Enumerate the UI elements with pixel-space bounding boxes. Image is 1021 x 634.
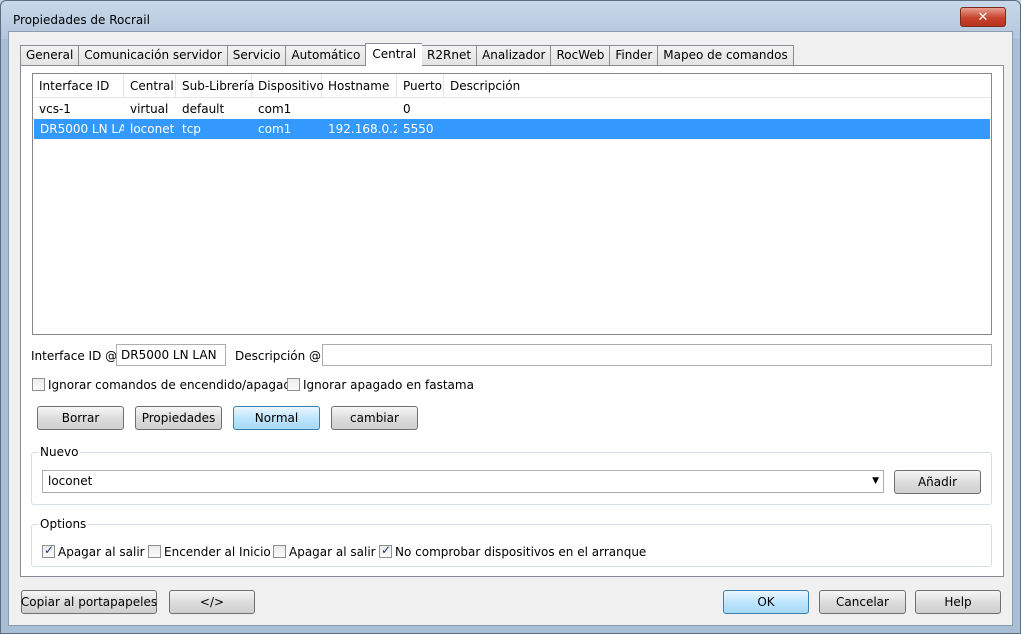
cell-dispositivo: com1 [258,122,292,136]
ignorar-fastama-checkbox[interactable]: Ignorar apagado en fastama [287,378,474,392]
window-title: Propiedades de Rocrail [13,13,150,27]
normal-button[interactable]: Normal [233,406,320,430]
checkbox-box [273,545,286,558]
column-header-central[interactable]: Central [124,74,176,98]
tab-strip: General Comunicación servidor Servicio A… [20,43,794,66]
checkbox-box [287,378,300,391]
cell-puerto: 0 [403,102,411,116]
checkbox-label: Apagar al salir [58,545,145,559]
interface-id-field[interactable]: DR5000 LN LAN [116,344,226,366]
close-button[interactable]: ✕ [960,7,1006,27]
help-button[interactable]: Help [915,590,1001,614]
central-type-dropdown[interactable]: loconet ▼ [42,470,884,493]
dropdown-value: loconet [48,474,93,488]
copiar-portapapeles-button[interactable]: Copiar al portapapeles [21,590,157,614]
tab-servicio[interactable]: Servicio [226,45,286,66]
ok-button[interactable]: OK [723,590,809,614]
list-header: Interface ID Central Sub-Librería Dispos… [33,74,991,98]
chevron-down-icon: ▼ [872,476,879,486]
column-header-interface-id[interactable]: Interface ID [33,74,124,98]
apagar-al-salir-2-checkbox[interactable]: Apagar al salir [273,545,376,559]
tab-analizador[interactable]: Analizador [476,45,551,66]
cell-interface-id: DR5000 LN LAN [40,122,124,136]
no-comprobar-dispositivos-checkbox[interactable]: No comprobar dispositivos en el arranque [379,543,647,559]
cell-descripcion [444,119,984,139]
checkbox-box [379,543,392,558]
column-header-descripcion[interactable]: Descripción [444,74,984,98]
cell-descripcion [444,99,984,119]
checkbox-box [148,545,161,558]
column-header-sub-libreria[interactable]: Sub-Librería [176,74,254,98]
descripcion-label: Descripción @ [235,349,322,363]
interface-id-label: Interface ID @ [31,349,118,363]
tab-rocweb[interactable]: RocWeb [550,45,610,66]
tab-mapeo-de-comandos[interactable]: Mapeo de comandos [657,45,794,66]
properties-window: Propiedades de Rocrail ✕ General Comunic… [0,0,1021,634]
cancel-button[interactable]: Cancelar [819,590,906,614]
column-header-hostname[interactable]: Hostname [322,74,397,98]
tab-central[interactable]: Central [365,43,423,66]
central-tab-page: Interface ID Central Sub-Librería Dispos… [20,65,1004,577]
tab-general[interactable]: General [20,45,79,66]
cell-hostname: 192.168.0.22 [328,122,397,136]
nuevo-group-title: Nuevo [38,445,81,459]
tab-comunicacion-servidor[interactable]: Comunicación servidor [78,45,227,66]
cell-puerto: 5550 [403,122,434,136]
cell-interface-id: vcs-1 [39,102,71,116]
encender-al-inicio-checkbox[interactable]: Encender al Inicio [148,545,271,559]
propiedades-button[interactable]: Propiedades [135,406,222,430]
cell-dispositivo: com1 [258,102,292,116]
cell-sub-libreria: tcp [182,122,201,136]
borrar-button[interactable]: Borrar [37,406,124,430]
checkbox-label: Encender al Inicio [164,545,271,559]
cambiar-button[interactable]: cambiar [331,406,418,430]
dialog-client: General Comunicación servidor Servicio A… [8,31,1013,626]
checkbox-label: No comprobar dispositivos en el arranque [395,545,647,559]
checkbox-label: Apagar al salir [289,545,376,559]
checkbox-label: Ignorar comandos de encendido/apagado [48,378,299,392]
column-header-puerto[interactable]: Puerto [397,74,444,98]
options-group-title: Options [38,517,89,531]
close-icon: ✕ [977,9,989,25]
tab-finder[interactable]: Finder [609,45,658,66]
checkbox-box [32,378,45,391]
ignorar-encendido-checkbox[interactable]: Ignorar comandos de encendido/apagado [32,378,298,392]
anadir-button[interactable]: Añadir [894,470,981,494]
apagar-al-salir-checkbox[interactable]: Apagar al salir [42,543,145,559]
descripcion-field[interactable] [322,344,992,366]
column-header-dispositivo[interactable]: Dispositivo [252,74,324,98]
cell-hostname [322,99,397,119]
cell-central: loconet [130,122,175,136]
tab-automatico[interactable]: Automático [285,45,366,66]
cell-sub-libreria: default [182,102,225,116]
interface-list[interactable]: Interface ID Central Sub-Librería Dispos… [32,73,992,335]
tab-r2rnet[interactable]: R2Rnet [422,45,477,66]
cell-central: virtual [130,102,169,116]
checkbox-box [42,543,55,558]
table-row[interactable]: vcs-1 virtual default com1 0 [33,99,991,119]
code-view-button[interactable]: </> [169,590,255,614]
checkbox-label: Ignorar apagado en fastama [303,378,474,392]
table-row-selected[interactable]: DR5000 LN LAN loconet tcp com1 192.168.0… [34,119,990,139]
